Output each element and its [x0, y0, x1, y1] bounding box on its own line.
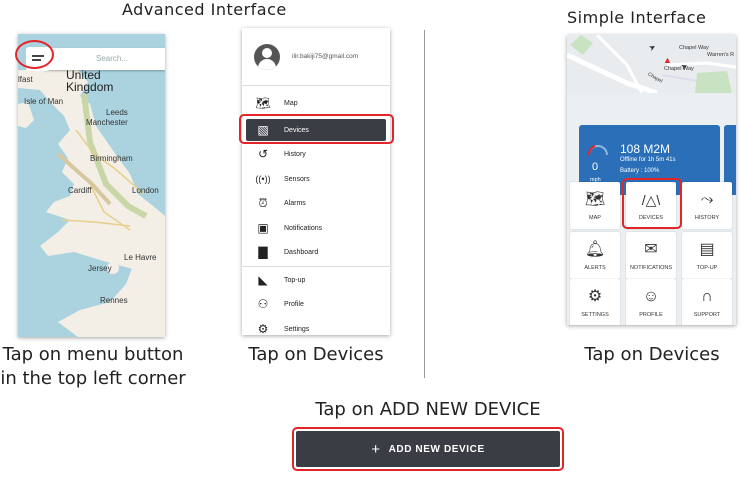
settings-icon: ⚙ — [257, 322, 269, 335]
speedometer-icon — [588, 145, 608, 156]
map-icon: 🗺︎ — [255, 96, 271, 110]
map-label-united-kingdom: United Kingdom — [66, 68, 114, 94]
advanced-map-caption: Tap on menu button in the top left corne… — [0, 344, 186, 389]
advanced-map-screenshot: Search... United Kingdom lfast Isle of M… — [18, 34, 165, 337]
map-label-belfast: lfast — [18, 75, 33, 84]
map-label-rennes: Rennes — [100, 296, 128, 305]
tile-map[interactable]: 🗺︎ MAP — [570, 182, 620, 229]
map-label-london: London — [132, 186, 159, 195]
map-label-birmingham: Birmingham — [90, 154, 133, 163]
map-label-cardiff: Cardiff — [68, 186, 92, 195]
tile-support[interactable]: ∩ SUPPORT — [682, 279, 732, 325]
alarm-clock-icon: ⏰︎ — [258, 195, 268, 210]
device-plate: 108 M2M — [620, 142, 671, 156]
tile-notifications[interactable]: ✉ NOTIFICATIONS — [626, 232, 676, 279]
simple-caption: Tap on Devices — [584, 344, 720, 365]
map-icon: 🗺︎ — [584, 191, 606, 208]
drawer-item-alarms[interactable]: ⏰︎ Alarms — [246, 192, 386, 214]
drawer-item-settings[interactable]: ⚙ Settings — [246, 318, 386, 335]
speed-value: 0 — [592, 161, 599, 173]
map-label-le-havre: Le Havre — [124, 253, 157, 262]
section-divider — [424, 30, 425, 378]
headset-icon: ∩ — [701, 288, 713, 305]
gear-icon: ⚙ — [587, 288, 603, 305]
wallet-icon: ▤ — [699, 241, 715, 258]
bell-icon: 🔔︎ — [584, 241, 606, 258]
simple-map: Chapel Way Warren's R Chapel Way Chapel … — [567, 35, 736, 96]
tile-settings[interactable]: ⚙ SETTINGS — [570, 279, 620, 325]
menu-button-highlight — [15, 40, 54, 69]
tile-profile[interactable]: ☺ PROFILE — [626, 279, 676, 325]
vehicle-marker-icon: ▲ — [663, 55, 672, 65]
route-icon: ⤳ — [700, 191, 714, 208]
tile-top-up[interactable]: ▤ TOP-UP — [682, 232, 732, 279]
navigation-drawer-screenshot: ilir.bakiji75@gmail.com 🗺︎ Map ▧ Devices ↺… — [242, 28, 390, 335]
dashboard-icon: ▇ — [258, 245, 268, 259]
simple-interface-heading: Simple Interface — [567, 8, 707, 27]
devices-tile-highlight — [622, 178, 682, 229]
drawer-item-history[interactable]: ↺ History — [246, 143, 386, 165]
drawer-item-profile[interactable]: ⚇ Profile — [246, 293, 386, 315]
map-label-jersey: Jersey — [88, 264, 112, 273]
sensors-icon: ((•)) — [255, 174, 271, 184]
drawer-caption: Tap on Devices — [248, 344, 384, 365]
map-label-leeds: Leeds — [106, 108, 128, 117]
device-battery: Battery : 100% — [620, 168, 660, 174]
map-search-input[interactable]: Search... — [44, 48, 165, 70]
profile-icon: ☺ — [642, 288, 660, 305]
wallet-icon: ◣ — [258, 273, 268, 287]
drawer-item-top-up[interactable]: ◣ Top-up — [246, 269, 386, 291]
user-email: ilir.bakiji75@gmail.com — [292, 53, 359, 60]
add-device-instruction: Tap on ADD NEW DEVICE — [315, 399, 541, 420]
drawer-item-notifications[interactable]: ▣ Notifications — [246, 217, 386, 239]
tile-history[interactable]: ⤳ HISTORY — [682, 182, 732, 229]
tile-alerts[interactable]: 🔔︎ ALERTS — [570, 232, 620, 279]
device-status: Offline for 1h 5m 41s — [620, 157, 676, 163]
advanced-interface-heading: Advanced Interface — [122, 0, 287, 19]
map-label-warren: Warren's R — [707, 52, 735, 58]
map-label-chapel-way: Chapel Way — [679, 45, 709, 51]
drawer-item-sensors[interactable]: ((•)) Sensors — [246, 168, 386, 190]
devices-item-highlight — [239, 114, 394, 144]
drawer-item-map[interactable]: 🗺︎ Map — [246, 92, 386, 114]
envelope-icon: ✉ — [644, 241, 658, 258]
notifications-icon: ▣ — [257, 221, 269, 235]
map-label-manchester: Manchester — [86, 118, 128, 127]
add-device-button-highlight — [292, 427, 564, 471]
history-icon: ↺ — [257, 147, 269, 161]
map-label-isle-of-man: Isle of Man — [24, 97, 64, 106]
profile-icon: ⚇ — [257, 297, 269, 311]
drawer-item-dashboard[interactable]: ▇ Dashboard — [246, 241, 386, 263]
avatar[interactable] — [254, 44, 280, 70]
drawer-header: ilir.bakiji75@gmail.com — [242, 28, 390, 86]
